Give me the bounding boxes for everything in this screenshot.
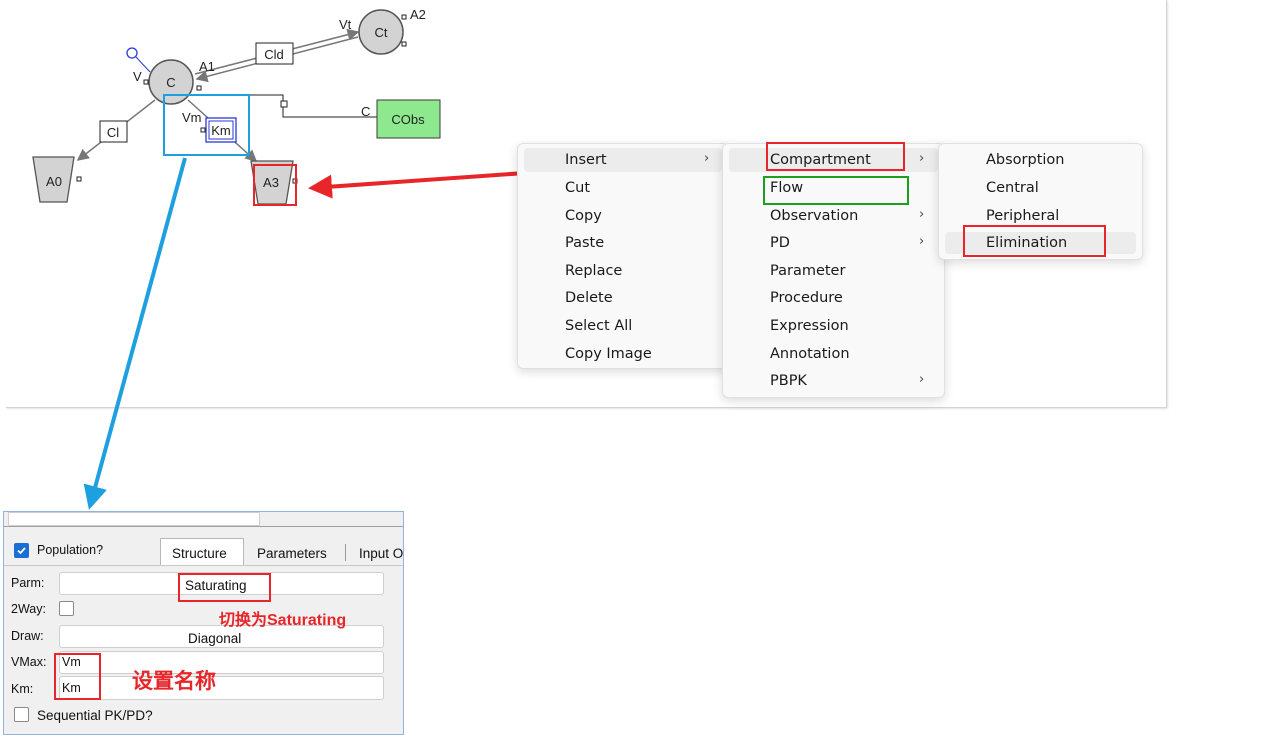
tab-structure[interactable]: Structure [160, 538, 244, 566]
twoway-label: 2Way: [11, 602, 46, 616]
label-vt: Vt [339, 17, 352, 32]
panel-top-field [8, 512, 260, 526]
submenu-observation[interactable]: Observation [770, 207, 858, 225]
elimination-a3-label: A3 [263, 175, 279, 190]
observation-cobs-label: CObs [391, 112, 425, 127]
tab-structure-label: Structure [172, 546, 227, 561]
menu-cut[interactable]: Cut [565, 179, 590, 197]
submenu-expression[interactable]: Expression [770, 317, 849, 335]
twoway-checkbox[interactable] [59, 601, 74, 616]
compartment-highlight-box [766, 142, 905, 171]
check-icon [17, 547, 26, 555]
tab-parameters[interactable]: Parameters [257, 546, 327, 561]
menu-copy-image[interactable]: Copy Image [565, 345, 652, 363]
chevron-right-icon: › [919, 234, 925, 249]
menu-select-all[interactable]: Select All [565, 317, 632, 335]
vmax-km-highlight-box [54, 653, 101, 700]
sequential-checkbox[interactable] [14, 707, 29, 722]
context-menu: Insert › Cut Copy Paste Replace Delete S… [517, 143, 729, 369]
volume-handle-icon[interactable] [126, 47, 138, 59]
km-label: Km: [11, 682, 34, 696]
submenu-pbpk[interactable]: PBPK [770, 372, 807, 390]
parm-label: Parm: [11, 576, 45, 590]
compartment-peripheral[interactable]: Peripheral [986, 207, 1059, 225]
submenu-parameter[interactable]: Parameter [770, 262, 845, 280]
population-checkbox[interactable] [14, 543, 29, 558]
param-cld-label: Cld [264, 47, 284, 62]
label-a1: A1 [199, 59, 215, 74]
label-c-obs: C [361, 104, 370, 119]
menu-replace[interactable]: Replace [565, 262, 622, 280]
km-input[interactable]: Km [59, 676, 384, 700]
submenu-procedure[interactable]: Procedure [770, 289, 843, 307]
draw-value: Diagonal [188, 631, 242, 646]
sequential-label: Sequential PK/PD? [37, 708, 153, 723]
chevron-right-icon: › [919, 372, 925, 387]
submenu-pd[interactable]: PD [770, 234, 790, 252]
properties-panel: Population? Structure Parameters Input O… [3, 511, 404, 735]
label-vm: Vm [182, 110, 202, 125]
elimination-highlight-box [963, 225, 1106, 257]
tab-input[interactable]: Input O [359, 546, 403, 561]
param-cl-label: Cl [107, 125, 119, 140]
population-label: Population? [37, 543, 104, 557]
elimination-a0-label: A0 [46, 174, 62, 189]
vmax-input[interactable]: Vm [59, 651, 384, 674]
menu-paste[interactable]: Paste [565, 234, 604, 252]
compartment-central[interactable]: Central [986, 179, 1039, 197]
draw-label: Draw: [11, 629, 44, 643]
menu-insert[interactable]: Insert [565, 151, 607, 169]
parm-highlight-box [178, 573, 271, 602]
flow-highlight-box [763, 176, 909, 205]
compartment-c-label: C [166, 75, 175, 90]
label-v: V [133, 69, 142, 84]
vmax-label: VMax: [11, 655, 47, 669]
chevron-right-icon: › [919, 207, 925, 222]
name-note: 设置名称 [132, 670, 216, 693]
param-km-label: Km [211, 123, 231, 138]
chevron-right-icon: › [704, 151, 710, 166]
compartment-absorption[interactable]: Absorption [986, 151, 1065, 169]
menu-copy[interactable]: Copy [565, 207, 602, 225]
menu-delete[interactable]: Delete [565, 289, 613, 307]
switch-note: 切换为Saturating [219, 612, 347, 629]
chevron-right-icon: › [919, 151, 925, 166]
blue-pointer-arrow [83, 157, 187, 510]
submenu-annotation[interactable]: Annotation [770, 345, 850, 363]
label-a2: A2 [410, 7, 426, 22]
compartment-ct-label: Ct [375, 25, 388, 40]
